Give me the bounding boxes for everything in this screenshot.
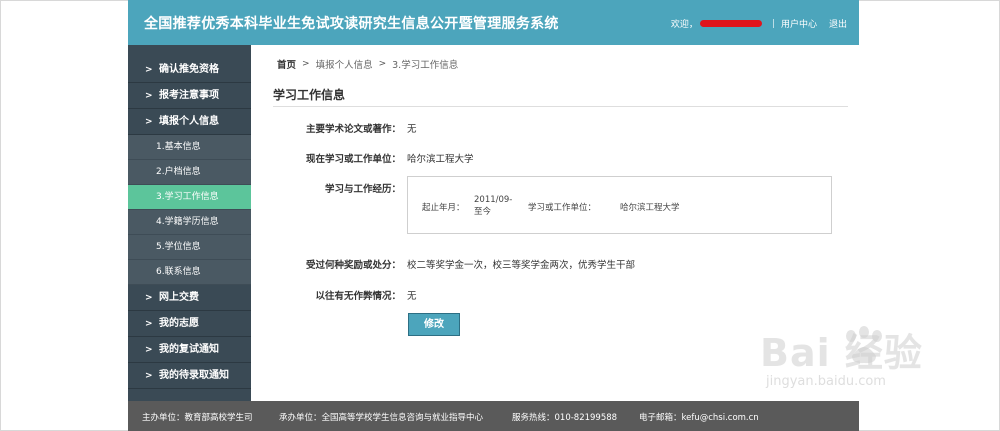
- header-user-area: 欢迎， | 用户中心 退出: [670, 17, 847, 31]
- awards-value: 校二等奖学金一次，校三等奖学金两次，优秀学生干部: [407, 260, 636, 271]
- sidebar-item-retest-notice[interactable]: > 我的复试通知: [128, 337, 251, 363]
- title-divider: [273, 106, 848, 107]
- sidebar-subitem-basic-info[interactable]: 1.基本信息: [128, 135, 251, 160]
- sidebar-item-online-payment[interactable]: > 网上交费: [128, 285, 251, 311]
- footer-organizer: 承办单位：全国高等学校学生信息咨询与就业指导中心: [279, 413, 484, 423]
- experience-date-from: 2011/09-: [474, 195, 513, 205]
- sidebar-item-admission-notice[interactable]: > 我的待录取通知: [128, 363, 251, 389]
- experience-unit-value: 哈尔滨工程大学: [620, 203, 680, 213]
- user-center-link[interactable]: 用户中心: [781, 17, 817, 30]
- chevron-right-icon: >: [145, 117, 153, 127]
- footer-sponsor: 主办单位：教育部高校学生司: [142, 413, 253, 423]
- footer-email[interactable]: 电子邮箱：kefu@chsi.com.cn: [639, 411, 759, 423]
- edit-button[interactable]: 修改: [408, 313, 460, 336]
- chevron-right-icon: >: [302, 59, 310, 69]
- sidebar-item-my-applications[interactable]: > 我的志愿: [128, 311, 251, 337]
- redacted-username: [699, 20, 762, 27]
- experience-date: 2011/09- 至今: [474, 194, 514, 218]
- awards-row: 受过何种奖励或处分： 校二等奖学金一次，校三等奖学金两次，优秀学生干部: [273, 257, 635, 271]
- sidebar-subitem-degree-info[interactable]: 5.学位信息: [128, 235, 251, 260]
- experience-date-to: 至今: [474, 207, 492, 217]
- sidebar-item-confirm-eligibility[interactable]: > 确认推免资格: [128, 57, 251, 83]
- logout-link[interactable]: 退出: [829, 17, 847, 30]
- cheating-value: 无: [407, 291, 417, 302]
- sidebar-item-label: 我的志愿: [159, 318, 200, 329]
- sidebar-subitem-study-work-info[interactable]: 3.学习工作信息: [128, 185, 251, 210]
- thesis-row: 主要学术论文或著作： 无: [273, 121, 417, 135]
- cheating-label: 以往有无作弊情况：: [315, 291, 401, 302]
- sidebar-item-label: 填报个人信息: [159, 116, 220, 127]
- header-separator: |: [771, 18, 775, 29]
- chevron-right-icon: >: [145, 293, 153, 303]
- page-title: 学习工作信息: [273, 88, 346, 102]
- footer-hotline: 服务热线：010-82199588: [512, 413, 618, 423]
- experience-unit-label: 学习或工作单位：: [528, 203, 597, 213]
- unit-label: 现在学习或工作单位：: [305, 154, 401, 165]
- breadcrumb: 首页 > 填报个人信息 > 3.学习工作信息: [277, 57, 458, 71]
- chevron-right-icon: >: [145, 65, 153, 75]
- unit-value: 哈尔滨工程大学: [407, 154, 474, 165]
- sidebar-subitem-household-info[interactable]: 2.户档信息: [128, 160, 251, 185]
- breadcrumb-home[interactable]: 首页: [277, 57, 296, 71]
- sidebar-item-personal-info[interactable]: > 填报个人信息: [128, 109, 251, 135]
- unit-row: 现在学习或工作单位： 哈尔滨工程大学: [273, 151, 474, 165]
- chevron-right-icon: >: [145, 345, 153, 355]
- chevron-right-icon: >: [378, 59, 387, 69]
- experience-row: 学习与工作经历：: [273, 181, 401, 195]
- breadcrumb-personal-info[interactable]: 填报个人信息: [316, 57, 373, 71]
- experience-label: 学习与工作经历：: [324, 184, 401, 195]
- experience-start-label: 起止年月：: [422, 203, 465, 213]
- experience-entry: 起止年月： 2011/09- 至今 学习或工作单位： 哈尔滨工程大学: [422, 194, 680, 218]
- chevron-right-icon: >: [145, 371, 153, 381]
- sidebar-item-label: 确认推免资格: [159, 64, 220, 75]
- sidebar-nav: > 确认推免资格 > 报考注意事项 > 填报个人信息 1.基本信息 2.户档信息…: [128, 45, 251, 401]
- cheating-row: 以往有无作弊情况： 无: [273, 288, 417, 302]
- chevron-right-icon: >: [145, 91, 153, 101]
- breadcrumb-current: 3.学习工作信息: [392, 60, 459, 71]
- experience-box: 起止年月： 2011/09- 至今 学习或工作单位： 哈尔滨工程大学: [407, 176, 832, 234]
- sidebar-item-label: 网上交费: [159, 292, 200, 303]
- thesis-value: 无: [407, 124, 417, 135]
- top-header: 全国推荐优秀本科毕业生免试攻读研究生信息公开暨管理服务系统 欢迎， | 用户中心…: [128, 0, 859, 45]
- welcome-text: 欢迎，: [670, 20, 698, 30]
- sidebar-item-label: 我的复试通知: [159, 344, 220, 355]
- sidebar-item-notes[interactable]: > 报考注意事项: [128, 83, 251, 109]
- sidebar-subitem-contact-info[interactable]: 6.联系信息: [128, 260, 251, 285]
- sidebar-item-label: 报考注意事项: [159, 90, 220, 101]
- awards-label: 受过何种奖励或处分：: [305, 260, 401, 271]
- system-title: 全国推荐优秀本科毕业生免试攻读研究生信息公开暨管理服务系统: [144, 16, 559, 32]
- main-content: 首页 > 填报个人信息 > 3.学习工作信息 学习工作信息 主要学术论文或著作：…: [251, 45, 859, 401]
- sidebar-subitem-student-record-info[interactable]: 4.学籍学历信息: [128, 210, 251, 235]
- sidebar-item-label: 我的待录取通知: [159, 370, 230, 381]
- thesis-label: 主要学术论文或著作：: [305, 124, 401, 135]
- page-container: 全国推荐优秀本科毕业生免试攻读研究生信息公开暨管理服务系统 欢迎， | 用户中心…: [128, 0, 859, 431]
- page-footer: 主办单位：教育部高校学生司 承办单位：全国高等学校学生信息咨询与就业指导中心 服…: [128, 401, 859, 431]
- chevron-right-icon: >: [145, 319, 153, 329]
